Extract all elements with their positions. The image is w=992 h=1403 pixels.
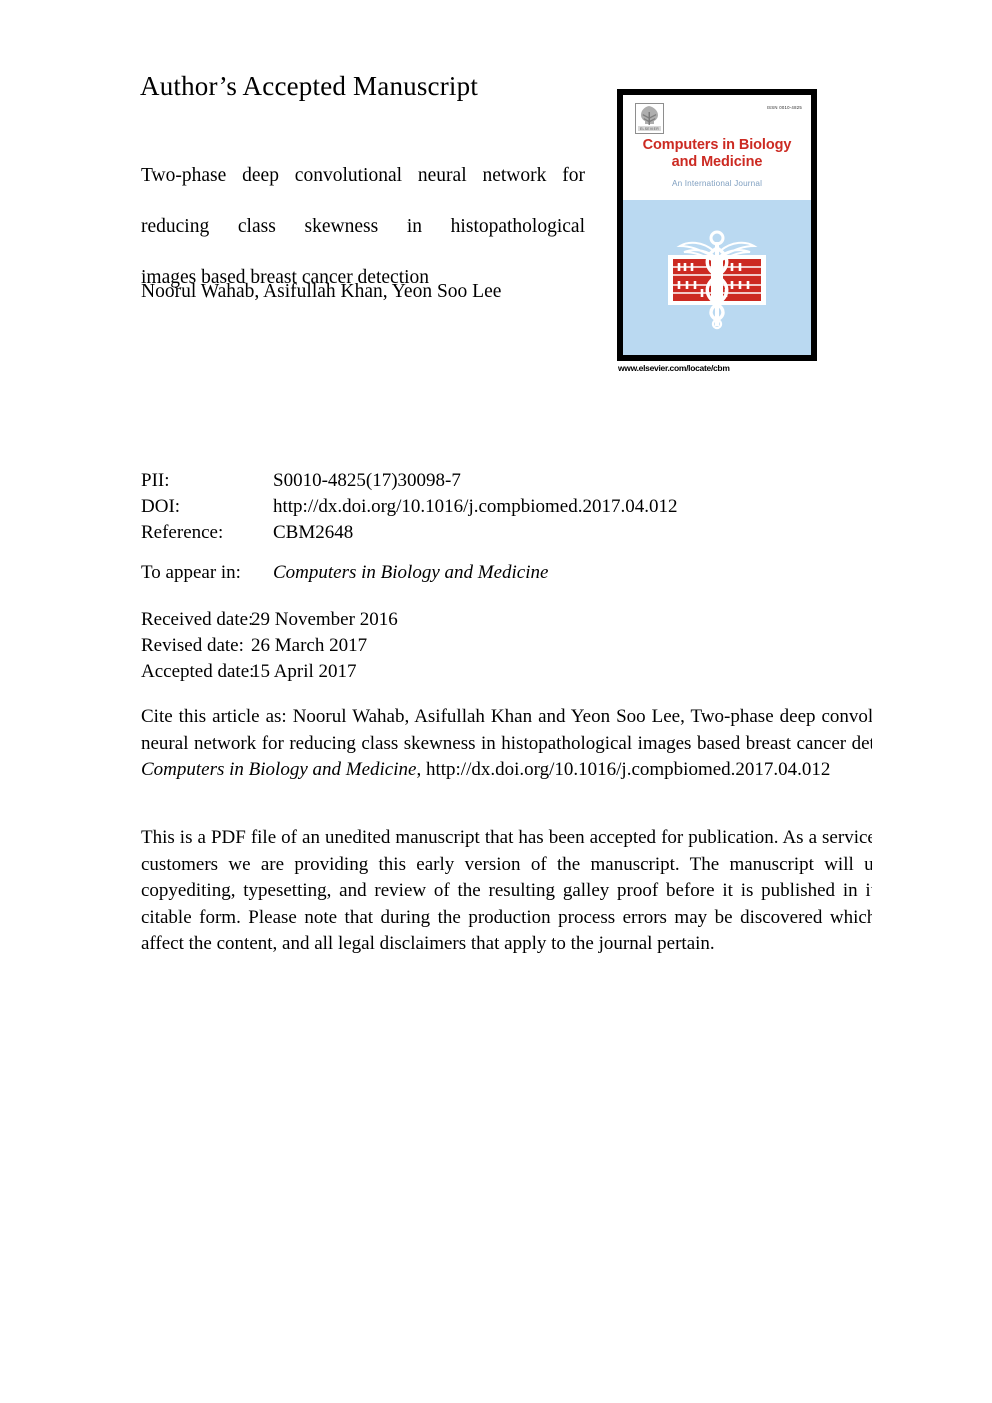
citation-suffix: , http://dx.doi.org/10.1016/j.compbiomed… xyxy=(416,759,831,780)
disclaimer-block: This is a PDF file of an unedited manusc… xyxy=(141,825,872,975)
accepted-date-value: 15 April 2017 xyxy=(251,661,357,682)
citation-journal: Computers in Biology and Medicine xyxy=(141,759,417,780)
journal-title-line-1: Computers in Biology xyxy=(642,137,792,153)
journal-title-line-2: and Medicine xyxy=(671,154,763,170)
pii-value: S0010-4825(17)30098-7 xyxy=(273,470,461,491)
reference-label: Reference: xyxy=(141,522,224,543)
publication-metadata: PII: S0010-4825(17)30098-7 DOI: http://d… xyxy=(141,468,677,546)
metadata-row-reference: Reference: CBM2648 xyxy=(141,520,677,546)
caduceus-abacus-emblem-icon xyxy=(668,230,766,329)
issn-label: ISSN 0010-4825 xyxy=(766,105,802,110)
author-list: Noorul Wahab, Asifullah Khan, Yeon Soo L… xyxy=(141,281,502,302)
date-row-revised: Revised date: 26 March 2017 xyxy=(141,633,398,659)
journal-cover-top-panel: ELSEVIER ISSN 0010-4825 Computers in Bio… xyxy=(623,95,811,200)
metadata-row-pii: PII: S0010-4825(17)30098-7 xyxy=(141,468,677,494)
article-title-line-2: reducing class skewness in histopatholog… xyxy=(141,216,585,237)
citation-block: Cite this article as: Noorul Wahab, Asif… xyxy=(141,704,872,784)
doi-value[interactable]: http://dx.doi.org/10.1016/j.compbiomed.2… xyxy=(273,494,677,520)
citation-prefix: Cite this article as: Noorul Wahab, Asif… xyxy=(141,706,872,754)
journal-subtitle: An International Journal xyxy=(671,179,763,188)
journal-title: Computers in Biology and Medicine xyxy=(623,137,811,171)
revised-date-value: 26 March 2017 xyxy=(251,635,368,656)
date-row-received: Received date: 29 November 2016 xyxy=(141,607,398,633)
pii-label: PII: xyxy=(141,470,170,491)
to-appear-in-row: To appear in: Computers in Biology and M… xyxy=(141,562,548,584)
metadata-row-doi: DOI: http://dx.doi.org/10.1016/j.compbio… xyxy=(141,494,677,520)
citation-paragraph: Cite this article as: Noorul Wahab, Asif… xyxy=(141,704,872,784)
submission-dates: Received date: 29 November 2016 Revised … xyxy=(141,607,398,685)
journal-cover: ELSEVIER ISSN 0010-4825 Computers in Bio… xyxy=(617,89,817,373)
journal-cover-url: www.elsevier.com/locate/cbm xyxy=(618,363,730,373)
date-row-accepted: Accepted date: 15 April 2017 xyxy=(141,659,398,685)
received-date-label: Received date: xyxy=(141,609,254,630)
article-title: Two-phase deep convolutional neural netw… xyxy=(141,163,585,291)
elsevier-tree-logo-icon: ELSEVIER xyxy=(635,103,664,134)
to-appear-in-label: To appear in: xyxy=(141,562,241,583)
svg-text:ELSEVIER: ELSEVIER xyxy=(640,127,659,131)
revised-date-label: Revised date: xyxy=(141,635,244,656)
received-date-value: 29 November 2016 xyxy=(251,609,398,630)
disclaimer-paragraph: This is a PDF file of an unedited manusc… xyxy=(141,827,872,954)
journal-cover-frame: ELSEVIER ISSN 0010-4825 Computers in Bio… xyxy=(617,89,817,361)
to-appear-in-value: Computers in Biology and Medicine xyxy=(273,562,549,583)
reference-value: CBM2648 xyxy=(273,522,354,543)
doi-label: DOI: xyxy=(141,496,181,517)
article-title-line-1: Two-phase deep convolutional neural netw… xyxy=(141,165,585,186)
manuscript-cover-page: Author’s Accepted Manuscript Two-phase d… xyxy=(0,0,992,1403)
journal-cover-bottom-panel xyxy=(623,200,811,355)
page-title: Author’s Accepted Manuscript xyxy=(140,71,479,101)
accepted-date-label: Accepted date: xyxy=(141,661,255,682)
